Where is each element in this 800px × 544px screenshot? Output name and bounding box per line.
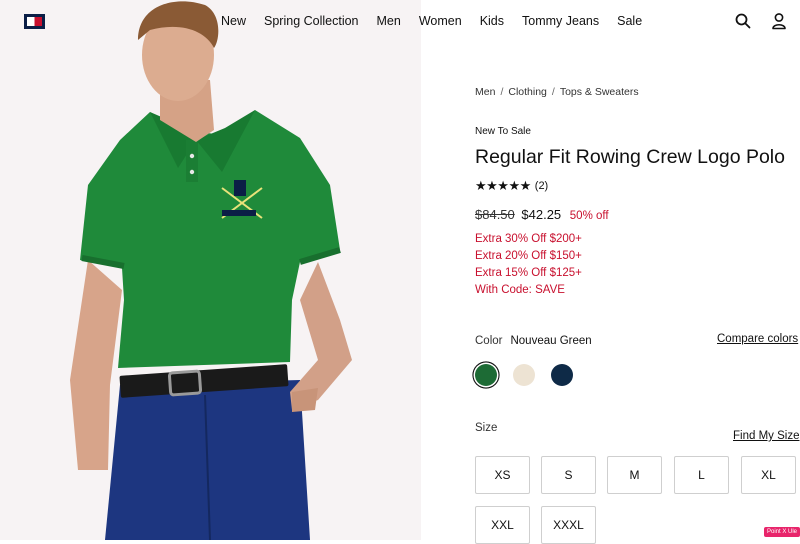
product-title: Regular Fit Rowing Crew Logo Polo [475,146,785,168]
nav-sale[interactable]: Sale [617,14,642,28]
size-xxl-button[interactable]: XXL [475,506,530,544]
size-s-button[interactable]: S [541,456,596,494]
color-label: Color [475,335,503,347]
nav-women[interactable]: Women [419,14,462,28]
promo-item: Extra 15% Off $125+ [475,267,582,279]
size-xxxl-button[interactable]: XXXL [541,506,596,544]
promo-code: With Code: SAVE [475,284,565,296]
size-l-button[interactable]: L [674,456,729,494]
breadcrumb-tops-sweaters[interactable]: Tops & Sweaters [560,86,639,98]
find-my-size-link[interactable]: Find My Size [733,430,799,442]
compare-colors-link[interactable]: Compare colors [717,333,798,345]
nav-spring-collection[interactable]: Spring Collection [264,14,359,28]
color-selector-label: Color Nouveau Green [475,335,592,347]
size-m-button[interactable]: M [607,456,662,494]
size-label: Size [475,422,498,434]
price-block: $84.50 $42.25 50% off [475,207,609,222]
breadcrumb-separator: / [551,86,555,98]
watermark-badge: Point X Ule [764,527,800,537]
promo-item: Extra 20% Off $150+ [475,250,582,262]
sale-price: $42.25 [521,207,562,222]
original-price: $84.50 [475,207,515,222]
star-rating-icon: ★★★★★ [475,178,531,193]
swatch-navy[interactable] [551,364,573,386]
breadcrumb-men[interactable]: Men [475,86,495,98]
product-tag: New To Sale [475,126,531,137]
site-header: New Spring Collection Men Women Kids Tom… [0,0,800,42]
discount-label: 50% off [569,210,609,222]
review-count[interactable]: (2) [535,180,548,192]
swatch-cream[interactable] [513,364,535,386]
model-illustration [0,0,421,540]
account-icon[interactable] [770,12,788,30]
promo-item: Extra 30% Off $200+ [475,233,582,245]
nav-men[interactable]: Men [377,14,401,28]
promo-list: Extra 30% Off $200+ Extra 20% Off $150+ … [475,231,582,299]
search-icon[interactable] [734,12,752,30]
breadcrumb-clothing[interactable]: Clothing [508,86,547,98]
tommy-hilfiger-logo[interactable] [24,14,45,29]
nav-tommy-jeans[interactable]: Tommy Jeans [522,14,599,28]
swatch-nouveau-green[interactable] [475,364,497,386]
nav-kids[interactable]: Kids [480,14,504,28]
breadcrumb-separator: / [500,86,504,98]
main-nav: New Spring Collection Men Women Kids Tom… [212,0,651,42]
breadcrumb: Men / Clothing / Tops & Sweaters [475,86,639,98]
product-rating[interactable]: ★★★★★ (2) [475,178,548,194]
color-swatches [475,364,589,386]
size-xl-button[interactable]: XL [741,456,796,494]
selected-color-name: Nouveau Green [510,335,592,347]
product-image[interactable] [0,0,421,540]
nav-new[interactable]: New [221,14,246,28]
size-xs-button[interactable]: XS [475,456,530,494]
